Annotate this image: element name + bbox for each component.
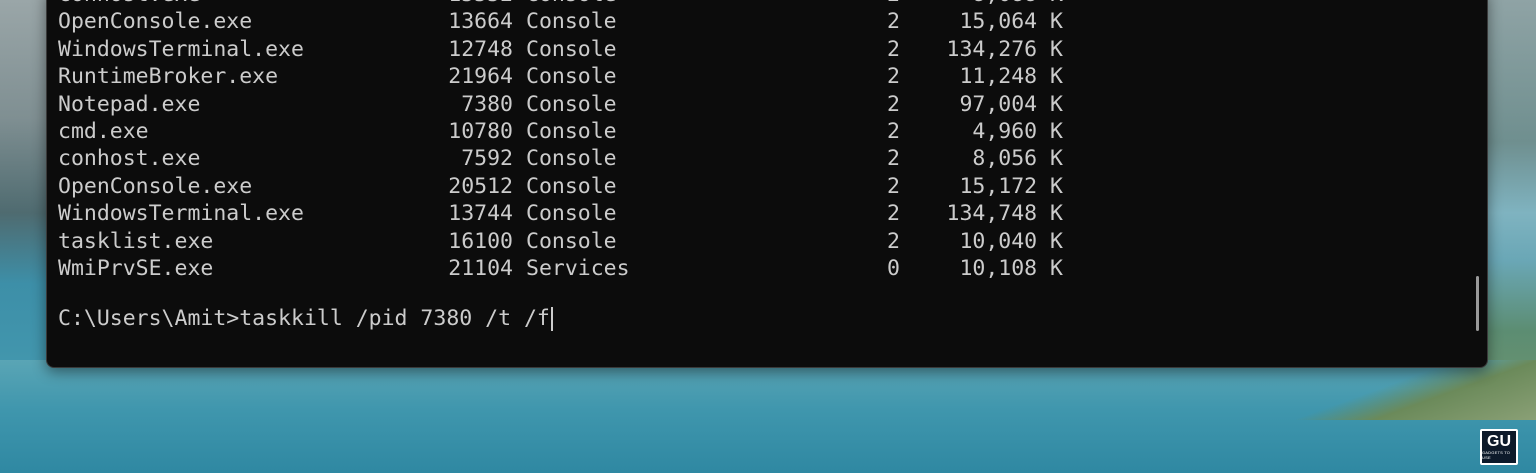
process-pid: 10780 bbox=[448, 118, 513, 144]
memory-usage: 134,748 K bbox=[946, 201, 1064, 227]
memory-usage: 10,108 K bbox=[959, 255, 1063, 281]
process-pid: 13744 bbox=[448, 201, 513, 227]
process-pid: 21964 bbox=[448, 64, 513, 90]
process-name: tasklist.exe bbox=[58, 228, 214, 254]
session-name: Console bbox=[526, 9, 617, 35]
session-name: Console bbox=[526, 146, 617, 172]
session-number: 2 bbox=[887, 64, 900, 90]
session-number: 2 bbox=[887, 118, 900, 144]
process-pid: 7592 bbox=[461, 146, 513, 172]
session-name: Console bbox=[526, 173, 617, 199]
process-pid: 16100 bbox=[448, 228, 513, 254]
session-name: Console bbox=[526, 0, 617, 8]
process-name: WmiPrvSE.exe bbox=[58, 255, 214, 281]
session-number: 2 bbox=[887, 228, 900, 254]
command-input[interactable]: C:\Users\Amit>taskkill /pid 7380 /t /f bbox=[58, 306, 550, 331]
memory-usage: 134,276 K bbox=[946, 36, 1064, 62]
memory-usage: 97,004 K bbox=[959, 91, 1063, 117]
process-pid: 13664 bbox=[448, 9, 513, 35]
terminal-window[interactable]: conhost.exe 15552 Console 2 8,088 K OpenConso… bbox=[46, 0, 1488, 368]
memory-usage: 8,056 K bbox=[972, 146, 1063, 172]
session-name: Console bbox=[526, 36, 617, 62]
session-number: 2 bbox=[887, 91, 900, 117]
session-name: Console bbox=[526, 91, 617, 117]
process-pid: 12748 bbox=[448, 36, 513, 62]
memory-usage: 4,960 K bbox=[972, 118, 1063, 144]
memory-usage: 15,172 K bbox=[959, 173, 1063, 199]
process-pid: 15552 bbox=[398, 0, 513, 8]
session-number: 2 bbox=[887, 9, 900, 35]
session-number: 2 bbox=[818, 0, 900, 8]
process-name: cmd.exe bbox=[58, 118, 149, 144]
watermark-logo: GU GADGETS TO USE bbox=[1480, 429, 1518, 465]
memory-usage: 10,040 K bbox=[959, 228, 1063, 254]
session-name: Console bbox=[526, 118, 617, 144]
session-name: Console bbox=[526, 201, 617, 227]
desktop-wallpaper-shore bbox=[1296, 360, 1536, 420]
session-name: Console bbox=[526, 64, 617, 90]
scrollbar-thumb[interactable] bbox=[1476, 276, 1479, 331]
process-name: Notepad.exe bbox=[58, 91, 201, 117]
process-name: WindowsTerminal.exe bbox=[58, 36, 304, 62]
logo-mark: GU bbox=[1487, 433, 1511, 450]
session-number: 0 bbox=[887, 255, 900, 281]
process-name: OpenConsole.exe bbox=[58, 9, 253, 35]
text-cursor bbox=[550, 307, 553, 331]
process-pid: 20512 bbox=[448, 173, 513, 199]
session-name: Console bbox=[526, 228, 617, 254]
process-name: conhost.exe bbox=[58, 146, 201, 172]
logo-subtext: GADGETS TO USE bbox=[1482, 450, 1511, 460]
session-name: Services bbox=[526, 255, 630, 281]
process-name: conhost.exe bbox=[58, 0, 200, 8]
session-number: 2 bbox=[887, 201, 900, 227]
process-name: WindowsTerminal.exe bbox=[58, 201, 304, 227]
process-pid: 7380 bbox=[461, 91, 513, 117]
session-number: 2 bbox=[887, 36, 900, 62]
memory-usage: 8,088 K bbox=[928, 0, 1063, 8]
process-name: OpenConsole.exe bbox=[58, 173, 253, 199]
process-name: RuntimeBroker.exe bbox=[58, 64, 279, 90]
memory-usage: 11,248 K bbox=[959, 64, 1063, 90]
process-pid: 21104 bbox=[448, 255, 513, 281]
memory-usage: 15,064 K bbox=[959, 9, 1063, 35]
session-number: 2 bbox=[887, 146, 900, 172]
session-number: 2 bbox=[887, 173, 900, 199]
command-prompt-line[interactable]: C:\Users\Amit>taskkill /pid 7380 /t /f bbox=[58, 305, 553, 333]
